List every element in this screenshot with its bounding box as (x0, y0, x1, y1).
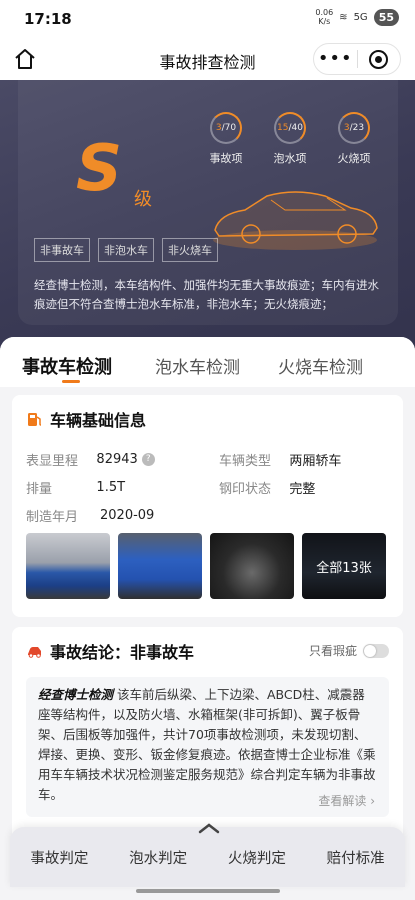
info-value: 82943? (96, 452, 203, 467)
battery-icon: 55 (373, 8, 399, 26)
status-icons: 0.06 K/s ≋ 5G 55 (315, 8, 399, 26)
status-time: 17:18 (24, 10, 72, 28)
bottom-judgment-bar: 事故判定 泡水判定 火烧判定 赔付标准 (10, 823, 405, 887)
tag-non-flood: 非泡水车 (98, 238, 154, 262)
info-value: 2020-09 (100, 507, 155, 523)
tag-non-fire: 非火烧车 (162, 238, 218, 262)
status-bar: 17:18 0.06 K/s ≋ 5G 55 (0, 0, 415, 38)
fuel-station-icon (28, 413, 42, 426)
info-row: 排量 1.5T 钢印状态 完整 (26, 473, 396, 501)
target-close-icon (369, 49, 389, 69)
flood-judgment-link[interactable]: 泡水判定 (109, 847, 208, 868)
inspection-tabs: 事故车检测 泡水车检测 火烧车检测 (0, 337, 415, 387)
result-tags: 非事故车 非泡水车 非火烧车 (34, 238, 218, 262)
conclusion-text-box: 经查博士检测 该车前后纵梁、上下边梁、ABCD柱、减震器座等结构件，以及防火墙、… (26, 677, 389, 817)
info-row: 制造年月 2020-09 (26, 501, 396, 529)
score-gauges: 3/70 事故项 15/40 泡水项 3/23 火烧项 (208, 112, 372, 166)
info-row: 表显里程 82943? 车辆类型 两厢轿车 (26, 445, 396, 473)
vehicle-photo-front[interactable] (26, 533, 110, 599)
active-tab-indicator (62, 380, 80, 383)
gauge-accident: 3/70 事故项 (208, 112, 244, 166)
gauge-fire: 3/23 火烧项 (336, 112, 372, 166)
card-header: 事故结论：非事故车 (26, 639, 194, 663)
info-key: 钢印状态 (219, 481, 272, 497)
gauge-ring: 15/40 (274, 112, 306, 144)
info-value: 1.5T (96, 479, 126, 495)
card-header: 车辆基础信息 (26, 407, 146, 431)
inspection-summary: S 级 3/70 事故项 15/40 泡水项 3/23 火烧项 非事故车 非泡水… (0, 80, 415, 350)
gauge-label: 火烧项 (337, 152, 371, 165)
net-speed: 0.06 K/s (315, 8, 334, 26)
vehicle-photo-rear[interactable] (118, 533, 202, 599)
detail-sheet: 事故车检测 泡水车检测 火烧车检测 车辆基础信息 表显里程 82943? 车辆类… (0, 337, 415, 900)
tab-fire[interactable]: 火烧车检测 (278, 353, 363, 378)
gauge-label: 事故项 (209, 152, 243, 165)
tab-flood[interactable]: 泡水车检测 (155, 353, 240, 378)
fire-judgment-link[interactable]: 火烧判定 (208, 847, 307, 868)
card-title: 事故结论：非事故车 (50, 643, 195, 662)
car-wireframe-illustration (213, 191, 378, 250)
summary-description: 经查博士检测，本车结构件、加强件均无重大事故痕迹；车内有进水痕迹但不符合查博士泡… (34, 278, 379, 311)
toggle-switch[interactable] (363, 643, 389, 658)
tab-accident[interactable]: 事故车检测 (22, 353, 112, 379)
wifi-icon: ≋ (339, 11, 348, 23)
vehicle-info-grid: 表显里程 82943? 车辆类型 两厢轿车 排量 1.5T 钢印状态 完整 制造… (26, 445, 396, 529)
signal-icon: 5G (353, 11, 368, 23)
miniapp-capsule: ••• (313, 43, 401, 75)
only-flaw-label: 只看瑕疵 (308, 644, 357, 658)
home-indicator (136, 889, 280, 893)
accident-judgment-link[interactable]: 事故判定 (10, 847, 109, 868)
info-key: 表显里程 (26, 453, 79, 469)
compensation-standard-link[interactable]: 赔付标准 (306, 847, 405, 868)
card-title: 车辆基础信息 (50, 411, 147, 430)
view-interpretation-link[interactable]: 查看解读 › (318, 791, 375, 811)
vehicle-photo-more[interactable]: 全部13张 (302, 533, 386, 599)
grade-letter: S (76, 132, 123, 206)
only-flaw-toggle[interactable]: 只看瑕疵 (309, 642, 389, 659)
gauge-ring: 3/70 (210, 112, 242, 144)
vehicle-info-card: 车辆基础信息 表显里程 82943? 车辆类型 两厢轿车 排量 1.5T 钢印状… (12, 395, 403, 617)
car-crash-icon (28, 647, 41, 658)
nav-bar: 事故排查检测 ••• (0, 38, 415, 80)
chevron-up-icon[interactable] (197, 821, 221, 835)
gauge-label: 泡水项 (273, 152, 307, 165)
gauge-flood: 15/40 泡水项 (272, 112, 308, 166)
conclusion-text: 该车前后纵梁、上下边梁、ABCD柱、减震器座等结构件，以及防火墙、水箱框架(非可… (38, 687, 376, 802)
info-key: 制造年月 (26, 509, 79, 525)
info-key: 排量 (26, 481, 53, 497)
all-photos-label: 全部13张 (302, 533, 386, 599)
tag-non-accident: 非事故车 (34, 238, 90, 262)
vehicle-photo-interior[interactable] (210, 533, 294, 599)
expert-brand: 经查博士检测 (38, 687, 114, 702)
gauge-ring: 3/23 (338, 112, 370, 144)
info-value: 两厢轿车 (289, 453, 342, 469)
close-miniapp-button[interactable] (357, 49, 400, 69)
judgment-links: 事故判定 泡水判定 火烧判定 赔付标准 (10, 847, 405, 868)
grade-suffix: 级 (134, 189, 152, 210)
info-value: 完整 (289, 481, 316, 497)
info-key: 车辆类型 (219, 453, 272, 469)
vehicle-photos: 全部13张 (26, 533, 386, 599)
more-menu-button[interactable]: ••• (314, 50, 357, 68)
question-icon[interactable]: ? (141, 452, 155, 466)
